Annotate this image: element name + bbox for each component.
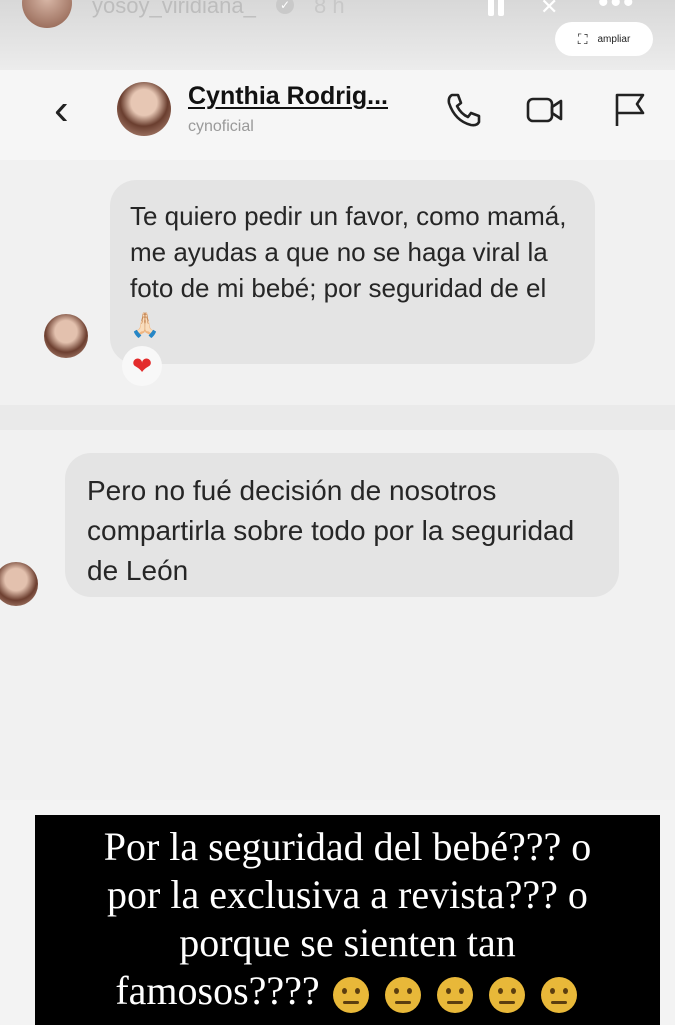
story-top-bar: yosoy_viridiana_ ✓ 8 h ✕ ••• ⛶ ampliar <box>0 0 675 70</box>
mute-icon[interactable]: ✕ <box>540 0 558 20</box>
story-username[interactable]: yosoy_viridiana_ <box>92 0 256 19</box>
caption-line: por la exclusiva a revista??? o <box>107 872 588 917</box>
message-bubble[interactable]: Te quiero pedir un favor, como mamá, me … <box>110 180 595 364</box>
phone-icon[interactable] <box>443 90 483 130</box>
contact-handle: cynoficial <box>188 118 254 135</box>
more-icon[interactable]: ••• <box>598 0 636 20</box>
video-icon[interactable] <box>525 90 565 130</box>
zoom-button[interactable]: ⛶ ampliar <box>555 22 653 56</box>
contact-name[interactable]: Cynthia Rodrig... <box>188 82 388 111</box>
chat-header: ‹ Cynthia Rodrig... cynoficial <box>0 70 675 160</box>
caption-line-last: famosos???? <box>35 967 660 1015</box>
contact-avatar[interactable] <box>117 82 171 136</box>
sender-avatar[interactable] <box>0 562 38 606</box>
sender-avatar[interactable] <box>44 314 88 358</box>
divider <box>0 405 675 430</box>
zoom-label: ampliar <box>597 33 631 45</box>
neutral-face-emoji-icon <box>436 976 473 1013</box>
message-text: Pero no fué decisión de nosotros compart… <box>87 475 575 586</box>
message-bubble[interactable]: Pero no fué decisión de nosotros compart… <box>65 453 619 597</box>
neutral-face-emoji-icon <box>540 976 577 1013</box>
caption-line: famosos???? <box>115 968 320 1013</box>
flag-icon[interactable] <box>610 90 650 130</box>
reaction-glyph: ❤ <box>131 352 153 380</box>
story-avatar[interactable] <box>22 0 72 28</box>
neutral-face-emoji-icon <box>332 976 369 1013</box>
pause-icon[interactable] <box>486 0 506 16</box>
neutral-face-emoji-icon <box>384 976 421 1013</box>
chat-body: Te quiero pedir un favor, como mamá, me … <box>0 160 675 800</box>
back-icon[interactable]: ‹ <box>54 88 69 132</box>
praying-hands-emoji: 🙏🏻 <box>130 312 160 339</box>
story-caption: Por la seguridad del bebé??? o por la ex… <box>35 815 660 1025</box>
story-time: 8 h <box>314 0 345 18</box>
heart-reaction-icon[interactable]: ❤ <box>122 346 162 386</box>
message-text: Te quiero pedir un favor, como mamá, me … <box>130 201 567 303</box>
expand-icon: ⛶ <box>577 30 588 47</box>
caption-line: Por la seguridad del bebé??? o <box>103 824 592 869</box>
verified-badge-icon: ✓ <box>276 0 294 14</box>
neutral-face-emoji-icon <box>488 976 525 1013</box>
caption-line: porque se sienten tan <box>179 920 516 965</box>
